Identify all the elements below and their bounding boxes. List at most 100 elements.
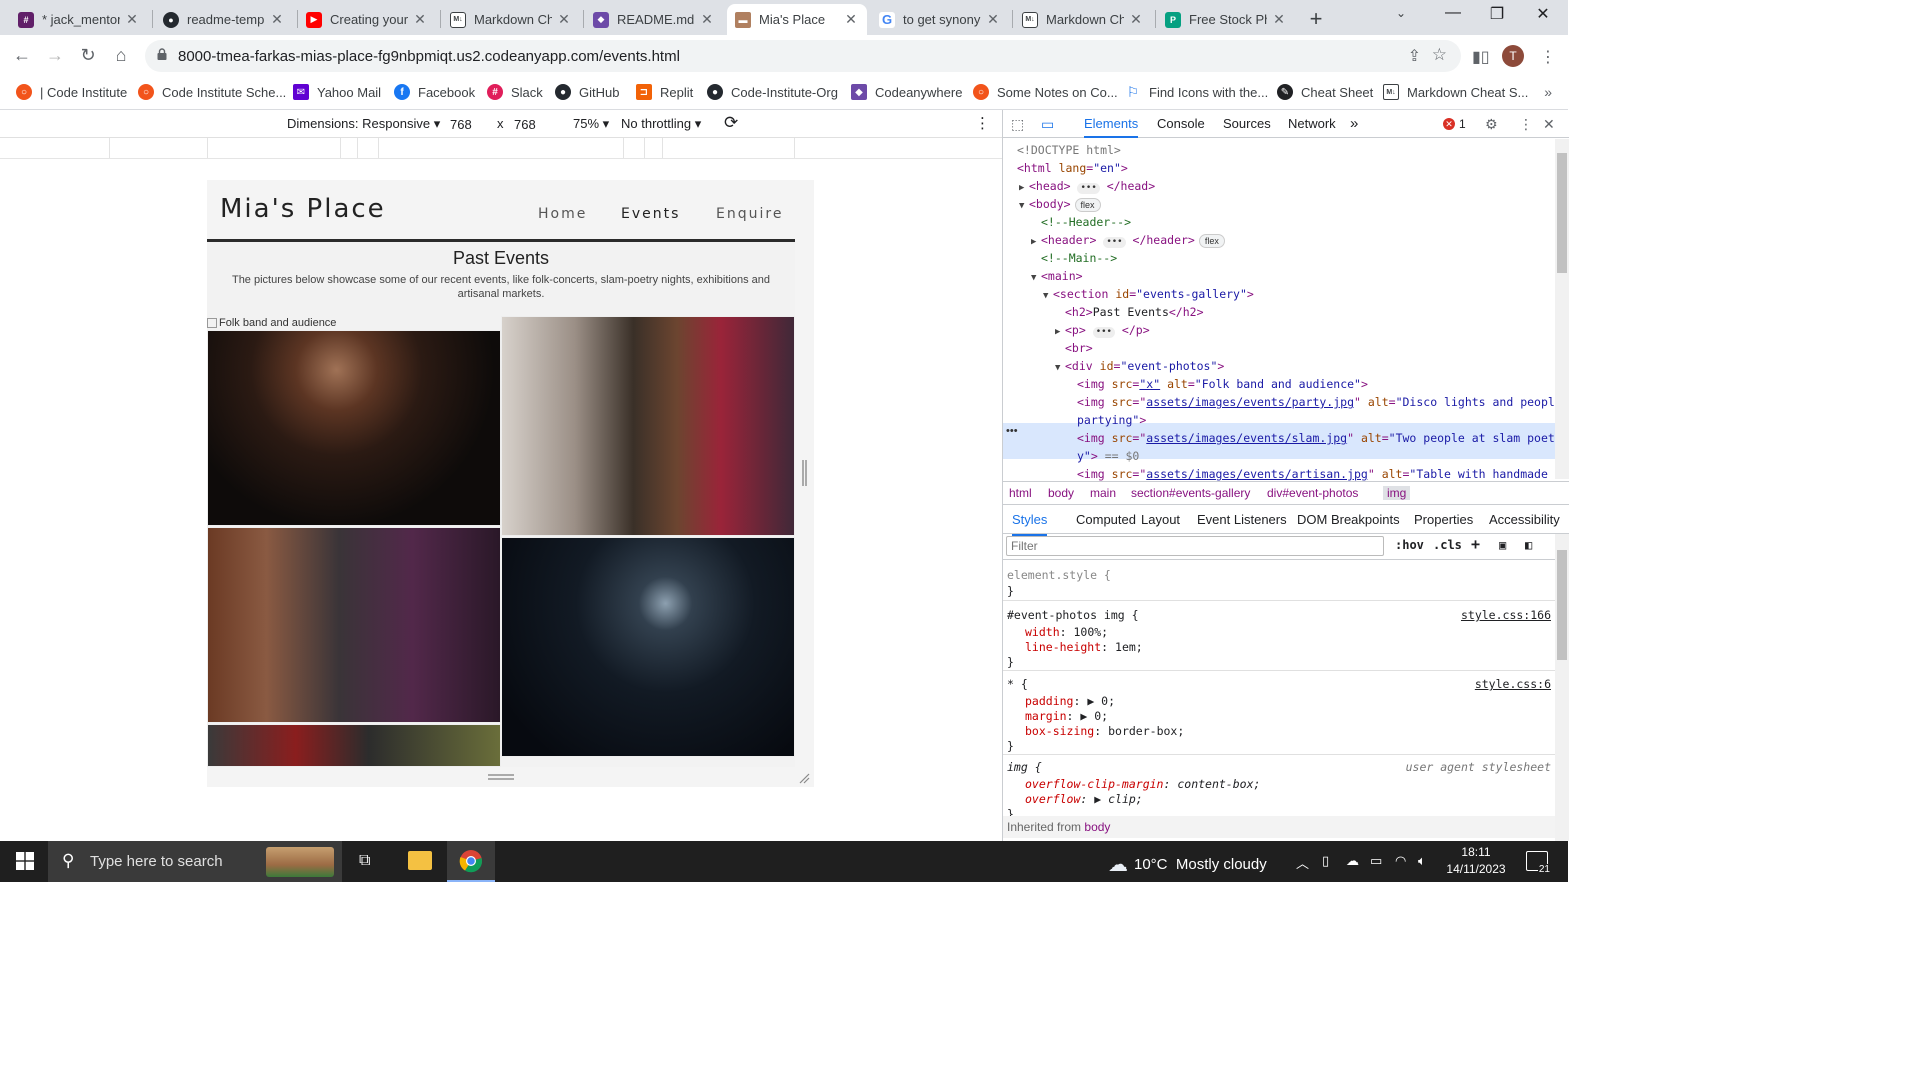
attr-link[interactable]: assets/images/events/artisan.jpg	[1146, 467, 1368, 481]
address-bar[interactable]: 8000-tmea-farkas-mias-place-fg9nbpmiqt.u…	[145, 40, 1461, 72]
more-tabs-chevron[interactable]: »	[1350, 110, 1358, 138]
rule-source-link[interactable]: style.css:6	[1475, 677, 1551, 692]
settings-gear-icon[interactable]: ⚙	[1485, 116, 1498, 133]
paint-format-icon[interactable]: ▣	[1499, 538, 1506, 552]
bookmark-some-notes[interactable]: ○ Some Notes on Co...	[973, 84, 1118, 100]
dom-node-html[interactable]: <html lang="en">	[1017, 159, 1128, 177]
tab-search-chevron-icon[interactable]: ⌄	[1396, 6, 1406, 20]
dom-node-section[interactable]: ▼ <section id="events-gallery">	[1043, 285, 1254, 303]
browser-tab-3[interactable]: M↓ Markdown Ch ✕	[442, 4, 580, 35]
browser-tab-6[interactable]: G to get synony ✕	[871, 4, 1009, 35]
bookmark-github[interactable]: ● GitHub	[555, 84, 619, 100]
tray-chevron-icon[interactable]: ︿	[1296, 853, 1309, 872]
bookmarks-overflow-icon[interactable]: »	[1544, 84, 1552, 100]
bookmark-code-institute-schedule[interactable]: ○ Code Institute Sche...	[138, 84, 286, 100]
notification-center-icon[interactable]: 21	[1526, 851, 1551, 876]
flex-badge[interactable]: flex	[1074, 197, 1101, 212]
bookmark-code-institute-org[interactable]: ● Code-Institute-Org	[707, 84, 838, 100]
style-property[interactable]: box-sizing: border-box;	[1025, 724, 1184, 739]
weather-widget[interactable]: ☁ 10°C Mostly cloudy	[1108, 852, 1267, 877]
subtab-styles[interactable]: Styles	[1012, 506, 1048, 536]
task-view-button[interactable]: ⧉	[344, 841, 392, 882]
hov-toggle[interactable]: :hov	[1395, 538, 1424, 552]
breadcrumb-section[interactable]: section#events-gallery	[1131, 486, 1250, 500]
dom-tree-scrollbar[interactable]	[1555, 139, 1569, 479]
bookmark-find-icons[interactable]: ⚐ Find Icons with the...	[1125, 84, 1268, 100]
close-icon[interactable]: ✕	[985, 11, 1001, 28]
dom-node-img-1[interactable]: <img src="x" alt="Folk band and audience…	[1077, 375, 1368, 393]
resize-corner-icon[interactable]	[798, 772, 810, 784]
rule-universal[interactable]: * {	[1007, 677, 1028, 692]
profile-avatar[interactable]: T	[1502, 45, 1524, 67]
browser-tab-2[interactable]: ▶ Creating your ✕	[298, 4, 436, 35]
close-icon[interactable]: ✕	[1271, 11, 1287, 28]
subtab-layout[interactable]: Layout	[1141, 506, 1180, 534]
throttling-dropdown[interactable]: No throttling ▾	[621, 116, 701, 132]
nav-link-events[interactable]: Events	[621, 206, 680, 222]
dom-node-main[interactable]: ▼ <main>	[1031, 267, 1083, 285]
back-arrow-icon[interactable]: ←	[11, 45, 33, 66]
side-panel-icon[interactable]: ▮▯	[1472, 47, 1490, 67]
close-icon[interactable]: ✕	[699, 11, 715, 28]
dom-node-header[interactable]: ▶ <header> ••• </header> flex	[1031, 231, 1225, 249]
new-tab-button[interactable]: +	[1306, 6, 1326, 32]
tab-sources[interactable]: Sources	[1223, 110, 1271, 138]
bookmark-markdown-cheat-sheet[interactable]: M↓ Markdown Cheat S...	[1383, 84, 1528, 100]
maximize-button[interactable]: ❐	[1474, 4, 1520, 24]
onedrive-cloud-icon[interactable]: ☁	[1346, 853, 1359, 869]
style-property[interactable]: line-height: 1em;	[1025, 640, 1143, 655]
collapse-triangle-icon[interactable]: ▼	[1043, 287, 1053, 305]
cls-toggle[interactable]: .cls	[1433, 538, 1462, 552]
lock-icon[interactable]	[157, 48, 167, 60]
collapse-triangle-icon[interactable]: ▼	[1031, 269, 1041, 287]
browser-tab-active[interactable]: ▬ Mia's Place ✕	[727, 4, 867, 35]
breadcrumb-main[interactable]: main	[1090, 486, 1116, 500]
home-icon[interactable]: ⌂	[110, 45, 132, 66]
close-window-button[interactable]: ✕	[1520, 4, 1566, 24]
chrome-taskbar-button[interactable]	[447, 841, 495, 882]
style-property[interactable]: margin: ▶ 0;	[1025, 709, 1108, 724]
site-logo[interactable]: Mia's Place	[220, 194, 386, 224]
dom-node-p[interactable]: ▶ <p> ••• </p>	[1055, 321, 1150, 339]
style-property[interactable]: overflow-clip-margin: content-box;	[1025, 777, 1260, 792]
volume-icon[interactable]: 🔈︎	[1418, 853, 1426, 869]
breadcrumb-img[interactable]: img	[1383, 486, 1411, 500]
subtab-dom-breakpoints[interactable]: DOM Breakpoints	[1297, 506, 1400, 534]
scrollbar-thumb[interactable]	[1557, 550, 1567, 660]
file-explorer-button[interactable]	[396, 841, 444, 882]
forward-arrow-icon[interactable]: →	[44, 45, 66, 66]
scrollbar-thumb[interactable]	[1557, 153, 1567, 273]
collapsed-ellipsis-icon[interactable]: •••	[1077, 183, 1100, 194]
styles-scrollbar[interactable]	[1555, 534, 1569, 841]
styles-filter-input[interactable]	[1006, 536, 1384, 556]
bookmark-yahoo-mail[interactable]: ✉ Yahoo Mail	[293, 84, 381, 100]
collapsed-ellipsis-icon[interactable]: •••	[1092, 327, 1115, 338]
dom-node-comment-header[interactable]: <!--Header-->	[1041, 213, 1131, 231]
devtools-menu-icon[interactable]: ⋮	[1519, 116, 1533, 133]
browser-tab-7[interactable]: M↓ Markdown Ch ✕	[1014, 4, 1152, 35]
dom-node-body[interactable]: ▼ <body> flex	[1019, 195, 1101, 213]
expand-triangle-icon[interactable]: ▶	[1031, 233, 1041, 251]
dom-node-br[interactable]: <br>	[1065, 339, 1093, 357]
style-property[interactable]: width: 100%;	[1025, 625, 1108, 640]
breadcrumb-div[interactable]: div#event-photos	[1267, 486, 1358, 500]
bookmark-replit[interactable]: ⊐ Replit	[636, 84, 693, 100]
attr-link[interactable]: assets/images/events/slam.jpg	[1146, 431, 1347, 445]
device-icon[interactable]: ▯	[1322, 853, 1329, 869]
collapse-triangle-icon[interactable]: ▼	[1019, 197, 1029, 215]
tab-network[interactable]: Network	[1288, 110, 1336, 138]
viewport-resize-handle-right[interactable]	[802, 460, 807, 486]
close-icon[interactable]: ✕	[556, 11, 572, 28]
expand-triangle-icon[interactable]: ▶	[1055, 323, 1065, 341]
dom-node-comment-main[interactable]: <!--Main-->	[1041, 249, 1117, 267]
browser-tab-8[interactable]: P Free Stock Ph ✕	[1157, 4, 1295, 35]
dom-node-img-2[interactable]: <img src="assets/images/events/party.jpg…	[1077, 393, 1555, 411]
close-icon[interactable]: ✕	[412, 11, 428, 28]
dom-node-div-event-photos[interactable]: ▼ <div id="event-photos">	[1055, 357, 1224, 375]
browser-tab-1[interactable]: ● readme-temp ✕	[155, 4, 293, 35]
zoom-dropdown[interactable]: 75% ▾	[573, 116, 609, 132]
error-badge[interactable]: ✕ 1	[1443, 117, 1466, 131]
dom-node-img-4[interactable]: <img src="assets/images/events/artisan.j…	[1077, 465, 1555, 481]
bookmark-code-institute[interactable]: ○ | Code Institute	[16, 84, 127, 100]
flex-badge[interactable]: flex	[1198, 233, 1225, 248]
